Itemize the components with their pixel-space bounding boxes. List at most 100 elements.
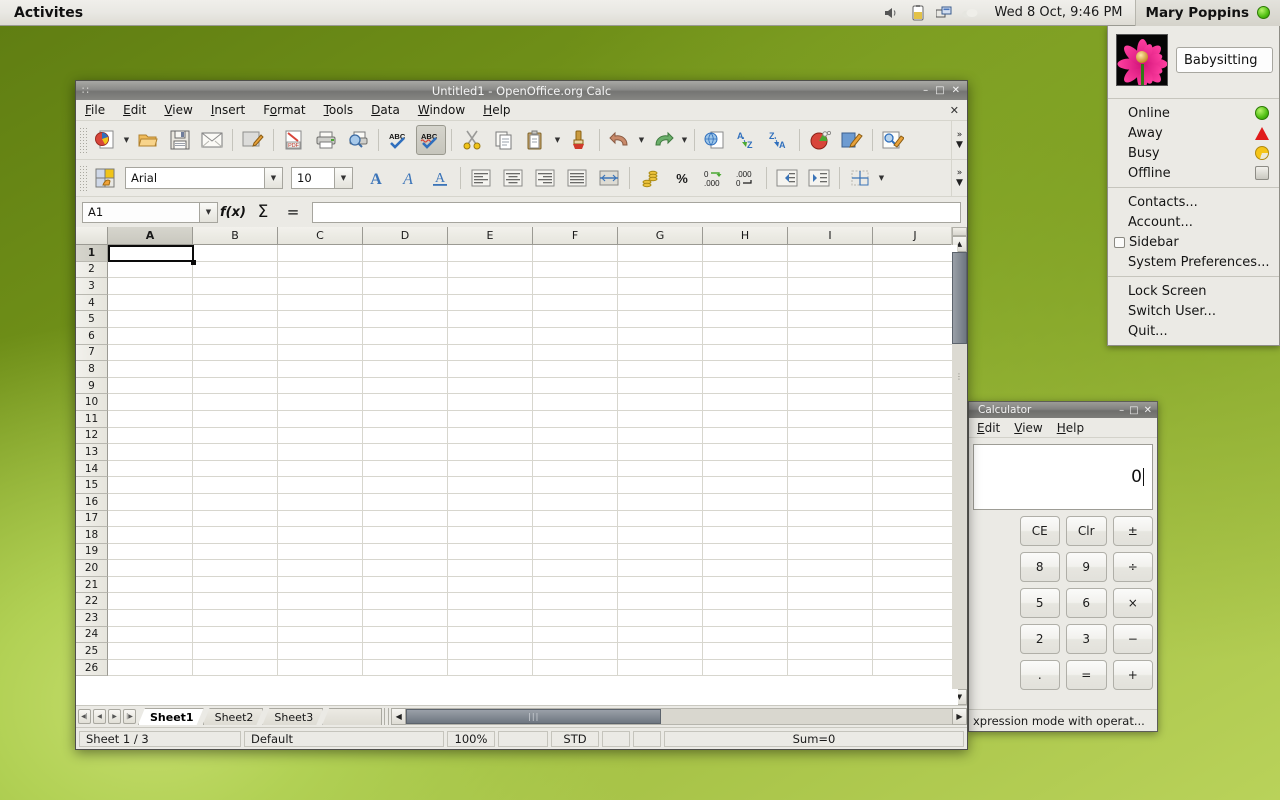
battery-icon[interactable] (905, 0, 931, 26)
cell-B14[interactable] (193, 460, 278, 478)
cell-F7[interactable] (533, 344, 618, 362)
calculator-key-divide[interactable]: ÷ (1112, 552, 1153, 582)
cell-H5[interactable] (703, 311, 788, 328)
cell-H3[interactable] (703, 278, 788, 295)
formula-input-line[interactable] (312, 201, 961, 223)
cell-B17[interactable] (193, 510, 278, 528)
cell-J1[interactable] (873, 245, 958, 262)
cell-F17[interactable] (533, 510, 618, 528)
cell-I12[interactable] (788, 427, 873, 445)
cell-E5[interactable] (448, 311, 533, 328)
cell-C7[interactable] (278, 344, 363, 362)
cell-D25[interactable] (363, 643, 448, 660)
cell-E20[interactable] (448, 560, 533, 577)
menu-item-switch-user[interactable]: Switch User... (1108, 301, 1279, 321)
cell-E4[interactable] (448, 294, 533, 312)
cell-F24[interactable] (533, 626, 618, 644)
calculator-key-plusminus[interactable]: ± (1112, 516, 1153, 546)
cell-F11[interactable] (533, 410, 618, 428)
cell-C2[interactable] (278, 261, 363, 279)
menu-edit[interactable]: Edit (114, 100, 155, 121)
cell-J5[interactable] (873, 311, 958, 328)
horizontal-scroll-track[interactable]: ||| (406, 708, 952, 725)
cell-J11[interactable] (873, 410, 958, 428)
cell-E14[interactable] (448, 460, 533, 478)
maximize-icon[interactable]: □ (935, 85, 944, 96)
calculator-title-bar[interactable]: Calculator – □ ✕ (969, 402, 1157, 418)
cell-G15[interactable] (618, 477, 703, 494)
cell-H9[interactable] (703, 377, 788, 395)
cell-I18[interactable] (788, 527, 873, 544)
cell-B10[interactable] (193, 394, 278, 411)
network-icon[interactable] (931, 0, 957, 26)
cell-A4[interactable] (108, 294, 193, 312)
cell-A18[interactable] (108, 527, 193, 544)
cell-G24[interactable] (618, 626, 703, 644)
cell-H16[interactable] (703, 493, 788, 511)
cell-F14[interactable] (533, 460, 618, 478)
cell-G8[interactable] (618, 361, 703, 378)
cell-G1[interactable] (618, 245, 703, 262)
cell-E26[interactable] (448, 659, 533, 677)
cell-J20[interactable] (873, 560, 958, 577)
cell-H19[interactable] (703, 543, 788, 561)
cell-J17[interactable] (873, 510, 958, 528)
cell-F23[interactable] (533, 610, 618, 627)
calculator-key-5[interactable]: 5 (1019, 588, 1060, 618)
cell-C8[interactable] (278, 361, 363, 378)
cell-A1[interactable] (108, 245, 193, 262)
cell-D14[interactable] (363, 460, 448, 478)
cell-I14[interactable] (788, 460, 873, 478)
cell-G11[interactable] (618, 410, 703, 428)
cell-C19[interactable] (278, 543, 363, 561)
cell-I16[interactable] (788, 493, 873, 511)
cell-E15[interactable] (448, 477, 533, 494)
cell-B20[interactable] (193, 560, 278, 577)
cell-C22[interactable] (278, 593, 363, 611)
cell-G20[interactable] (618, 560, 703, 577)
cell-E24[interactable] (448, 626, 533, 644)
hyperlink-icon[interactable] (700, 125, 730, 155)
window-title-bar[interactable]: ∷ Untitled1 - OpenOffice.org Calc – □ ✕ (76, 81, 967, 100)
cell-F10[interactable] (533, 394, 618, 411)
cell-J12[interactable] (873, 427, 958, 445)
font-name-input[interactable]: Arial (125, 167, 265, 189)
cell-J23[interactable] (873, 610, 958, 627)
bold-icon[interactable]: A (361, 163, 391, 193)
cell-I25[interactable] (788, 643, 873, 660)
cell-D10[interactable] (363, 394, 448, 411)
cell-E2[interactable] (448, 261, 533, 279)
close-icon[interactable]: ✕ (952, 85, 960, 96)
spelling-icon[interactable]: ABC (384, 125, 414, 155)
horizontal-scroll-thumb[interactable]: ||| (406, 709, 662, 724)
row-header-19[interactable]: 19 (76, 543, 108, 561)
cell-F20[interactable] (533, 560, 618, 577)
calculator-key-plus[interactable]: + (1112, 660, 1153, 690)
cell-J9[interactable] (873, 377, 958, 395)
cell-B25[interactable] (193, 643, 278, 660)
cell-F9[interactable] (533, 377, 618, 395)
cell-C21[interactable] (278, 576, 363, 594)
align-right-icon[interactable] (530, 163, 560, 193)
delete-decimal-icon[interactable]: .000 0 (731, 163, 761, 193)
cell-B18[interactable] (193, 527, 278, 544)
cell-J16[interactable] (873, 493, 958, 511)
weather-icon[interactable] (957, 0, 983, 26)
cell-G5[interactable] (618, 311, 703, 328)
cell-D1[interactable] (363, 245, 448, 262)
row-header-7[interactable]: 7 (76, 344, 108, 362)
cell-G2[interactable] (618, 261, 703, 279)
cell-F25[interactable] (533, 643, 618, 660)
column-header-C[interactable]: C (278, 227, 363, 245)
merge-cells-icon[interactable] (594, 163, 624, 193)
sheet-tab-sheet1[interactable]: Sheet1 (138, 708, 204, 725)
cell-J3[interactable] (873, 278, 958, 295)
column-header-I[interactable]: I (788, 227, 873, 245)
menu-tools[interactable]: Tools (315, 100, 363, 121)
calculator-key-minus[interactable]: − (1112, 624, 1153, 654)
cell-I10[interactable] (788, 394, 873, 411)
cell-B11[interactable] (193, 410, 278, 428)
calculator-menu-edit[interactable]: Edit (977, 421, 1000, 435)
align-justified-icon[interactable] (562, 163, 592, 193)
cell-A24[interactable] (108, 626, 193, 644)
